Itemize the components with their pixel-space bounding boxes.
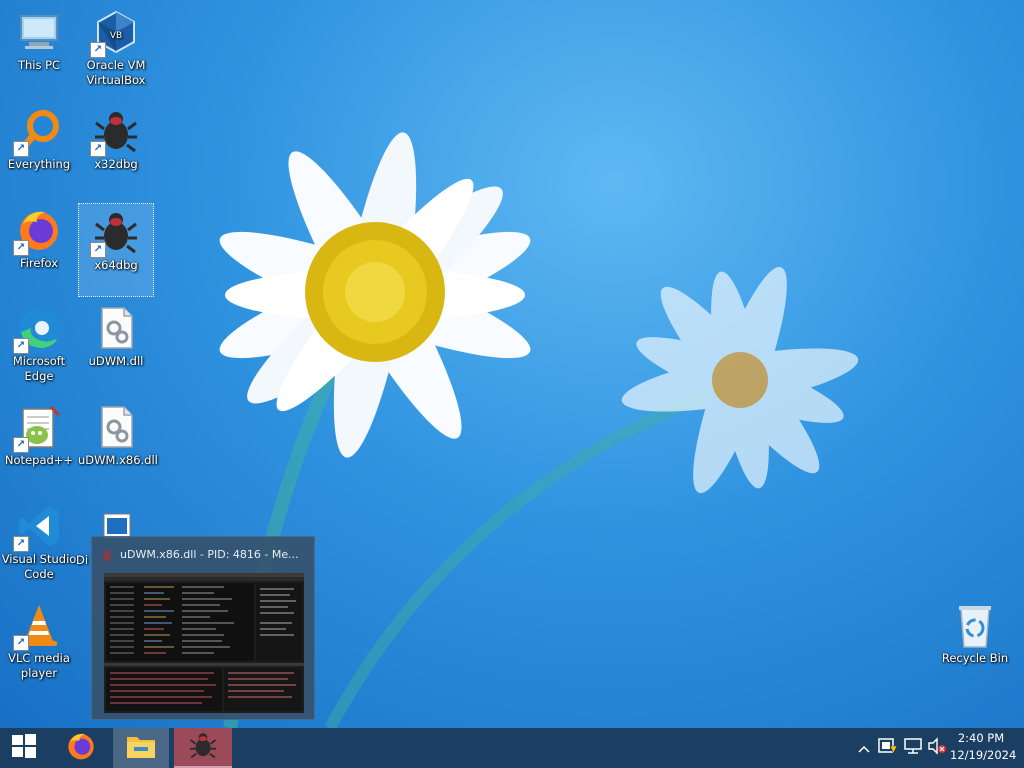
desktop-icon-x32dbg[interactable]: ↗ x32dbg xyxy=(78,103,154,197)
desktop-icon-recycle-bin[interactable]: Recycle Bin xyxy=(937,597,1013,691)
network-icon xyxy=(903,737,923,759)
debugger-window-thumbnail[interactable] xyxy=(104,573,304,713)
folder-icon xyxy=(126,733,156,763)
taskbar-thumbnail-preview[interactable]: uDWM.x86.dll - PID: 4816 - Me... xyxy=(91,536,315,720)
desktop-icon-everything[interactable]: ↗ Everything xyxy=(1,103,77,197)
this-pc-icon xyxy=(15,8,63,56)
taskbar-firefox-button[interactable] xyxy=(53,728,109,768)
clock-date: 12/19/2024 xyxy=(950,748,1017,762)
x64dbg-bug-icon xyxy=(188,730,218,764)
debugger-thumbnail-image xyxy=(104,573,304,713)
vlc-icon: ↗ xyxy=(13,601,63,651)
desktop-icon-edge[interactable]: ↗ Microsoft Edge xyxy=(1,300,77,394)
clock-time: 2:40 PM xyxy=(957,731,1005,745)
desktop-icon-di[interactable] xyxy=(78,498,154,538)
desktop[interactable]: This PC VB ↗ Oracle VM VirtualBox ↗ Ever… xyxy=(0,0,1024,728)
show-hidden-icons-button[interactable] xyxy=(854,728,874,768)
desktop-icon-label: Firefox xyxy=(19,256,59,270)
taskbar-clock[interactable]: 2:40 PM 12/19/2024 xyxy=(950,730,1017,766)
dll-file-icon xyxy=(92,304,140,352)
network-tray-button[interactable] xyxy=(901,728,925,768)
dll-file-icon xyxy=(92,403,140,451)
desktop-icon-this-pc[interactable]: This PC xyxy=(1,4,77,98)
desktop-icon-x64dbg[interactable]: ↗ x64dbg xyxy=(78,203,154,297)
vscode-icon: ↗ xyxy=(13,502,63,552)
desktop-icon-udwm-dll[interactable]: uDWM.dll xyxy=(78,300,154,394)
desktop-icon-virtualbox[interactable]: VB ↗ Oracle VM VirtualBox xyxy=(78,4,154,98)
edge-icon: ↗ xyxy=(13,304,63,354)
desktop-icon-label: This PC xyxy=(17,58,61,72)
desktop-icon-label: x64dbg xyxy=(94,258,138,272)
taskbar-x64dbg-button[interactable] xyxy=(174,728,232,768)
desktop-icon-label: Notepad++ xyxy=(4,453,74,467)
preview-title: uDWM.x86.dll - PID: 4816 - Me... xyxy=(120,548,299,561)
desktop-icon-vscode[interactable]: ↗ Visual Studio Code xyxy=(1,498,77,592)
desktop-icon-label: Di xyxy=(76,553,89,567)
virtualbox-icon: VB ↗ xyxy=(90,8,140,58)
desktop-icon-label: Recycle Bin xyxy=(941,651,1009,665)
desktop-icon-label: Oracle VM VirtualBox xyxy=(86,58,146,87)
x64dbg-bug-icon: ↗ xyxy=(90,208,140,258)
x32dbg-bug-icon: ↗ xyxy=(90,107,140,157)
recycle-bin-icon xyxy=(951,601,999,649)
start-button[interactable] xyxy=(0,728,48,768)
volume-muted-icon xyxy=(927,737,947,759)
chevron-up-icon xyxy=(857,739,871,758)
document-icon xyxy=(92,502,140,538)
desktop-icon-label: Everything xyxy=(7,157,71,171)
x64dbg-bug-icon xyxy=(100,548,114,562)
desktop-icon-label: x32dbg xyxy=(94,157,138,171)
taskbar: 2:40 PM 12/19/2024 xyxy=(0,728,1024,768)
everything-search-icon: ↗ xyxy=(13,107,63,157)
desktop-icon-label: uDWM.dll xyxy=(88,354,144,368)
security-warning-icon xyxy=(878,737,898,759)
desktop-icon-udwm-x86-dll[interactable]: uDWM.x86.dll xyxy=(78,399,158,493)
firefox-icon xyxy=(65,730,97,766)
security-tray-button[interactable] xyxy=(877,728,899,768)
taskbar-file-explorer-button[interactable] xyxy=(113,728,169,768)
desktop-icon-vlc[interactable]: ↗ VLC media player xyxy=(1,597,77,691)
desktop-icon-firefox[interactable]: ↗ Firefox xyxy=(1,202,77,296)
notepadpp-icon: ↗ xyxy=(13,403,63,453)
desktop-icon-notepadpp[interactable]: ↗ Notepad++ xyxy=(1,399,77,493)
volume-tray-button[interactable] xyxy=(926,728,948,768)
preview-title-bar: uDWM.x86.dll - PID: 4816 - Me... xyxy=(100,545,310,565)
desktop-icon-label: Microsoft Edge xyxy=(12,354,66,383)
firefox-icon: ↗ xyxy=(13,206,63,256)
desktop-icon-label: uDWM.x86.dll xyxy=(78,453,158,467)
desktop-icon-label: VLC media player xyxy=(8,651,70,680)
desktop-icon-label: Visual Studio Code xyxy=(1,552,77,581)
svg-text:VB: VB xyxy=(110,31,122,41)
start-icon xyxy=(11,733,37,763)
